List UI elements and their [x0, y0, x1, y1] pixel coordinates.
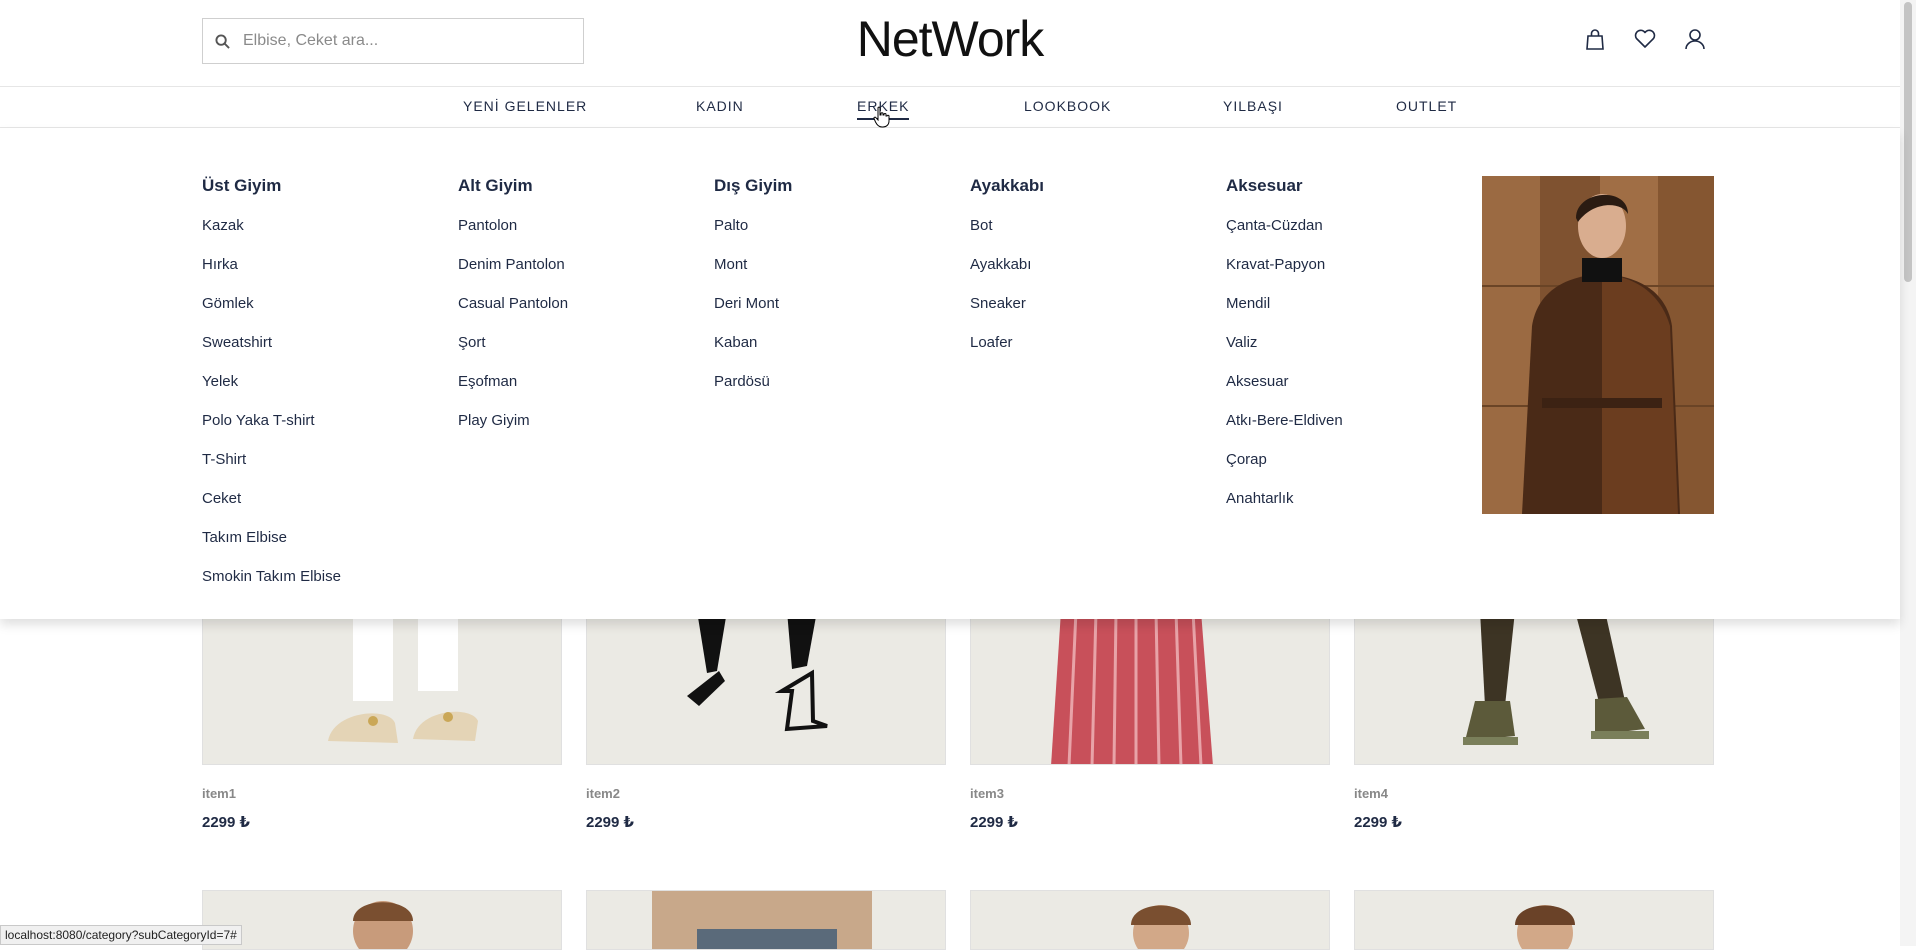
menu-link[interactable]: Anahtarlık	[1226, 489, 1343, 528]
product-price: 2299 ₺	[970, 814, 1018, 831]
menu-link[interactable]: Atkı-Bere-Eldiven	[1226, 411, 1343, 450]
menu-link[interactable]: Smokin Takım Elbise	[202, 567, 341, 606]
menu-link[interactable]: Kaban	[714, 333, 792, 372]
main-nav: YENİ GELENLER KADIN ERKEK LOOKBOOK YILBA…	[0, 87, 1900, 128]
menu-link[interactable]: Gömlek	[202, 294, 341, 333]
menu-link[interactable]: Denim Pantolon	[458, 255, 568, 294]
menu-link[interactable]: Sneaker	[970, 294, 1044, 333]
column-heading[interactable]: Ayakkabı	[970, 176, 1044, 200]
product-price: 2299 ₺	[1354, 814, 1402, 831]
menu-link[interactable]: Palto	[714, 216, 792, 255]
menu-link[interactable]: Valiz	[1226, 333, 1343, 372]
menu-link[interactable]: Mendil	[1226, 294, 1343, 333]
product-price: 2299 ₺	[586, 814, 634, 831]
menu-link[interactable]: Deri Mont	[714, 294, 792, 333]
menu-link[interactable]: Casual Pantolon	[458, 294, 568, 333]
promo-image[interactable]	[1482, 176, 1714, 514]
product-price: 2299 ₺	[202, 814, 250, 831]
nav-item-yilbasi[interactable]: YILBAŞI	[1223, 98, 1283, 114]
menu-column-ust-giyim: Üst Giyim Kazak Hırka Gömlek Sweatshirt …	[202, 176, 341, 606]
bag-icon[interactable]	[1582, 26, 1608, 52]
product-image[interactable]	[586, 610, 946, 765]
page-scrollbar[interactable]	[1900, 0, 1916, 946]
menu-link[interactable]: Yelek	[202, 372, 341, 411]
column-heading[interactable]: Aksesuar	[1226, 176, 1343, 200]
menu-link[interactable]: Çanta-Cüzdan	[1226, 216, 1343, 255]
menu-link[interactable]: Takım Elbise	[202, 528, 341, 567]
product-image[interactable]	[970, 890, 1330, 950]
column-heading[interactable]: Alt Giyim	[458, 176, 568, 200]
menu-column-alt-giyim: Alt Giyim Pantolon Denim Pantolon Casual…	[458, 176, 568, 450]
menu-link[interactable]: Pantolon	[458, 216, 568, 255]
site-header: NetWork	[0, 0, 1900, 87]
menu-link[interactable]: Kravat-Papyon	[1226, 255, 1343, 294]
product-image[interactable]	[202, 610, 562, 765]
menu-link[interactable]: Play Giyim	[458, 411, 568, 450]
menu-link[interactable]: Çorap	[1226, 450, 1343, 489]
menu-column-aksesuar: Aksesuar Çanta-Cüzdan Kravat-Papyon Mend…	[1226, 176, 1343, 528]
menu-link[interactable]: Eşofman	[458, 372, 568, 411]
product-name[interactable]: item1	[202, 786, 236, 801]
product-image[interactable]	[970, 610, 1330, 765]
scrollbar-thumb[interactable]	[1904, 2, 1912, 282]
product-image[interactable]	[202, 890, 562, 950]
column-heading[interactable]: Dış Giyim	[714, 176, 792, 200]
nav-item-kadin[interactable]: KADIN	[696, 98, 744, 114]
menu-link[interactable]: Aksesuar	[1226, 372, 1343, 411]
product-image[interactable]	[1354, 890, 1714, 950]
nav-item-lookbook[interactable]: LOOKBOOK	[1024, 98, 1111, 114]
product-name[interactable]: item3	[970, 786, 1004, 801]
menu-link[interactable]: Sweatshirt	[202, 333, 341, 372]
menu-link[interactable]: Pardösü	[714, 372, 792, 411]
menu-column-ayakkabi: Ayakkabı Bot Ayakkabı Sneaker Loafer	[970, 176, 1044, 372]
menu-link[interactable]: Mont	[714, 255, 792, 294]
nav-item-yeni-gelenler[interactable]: YENİ GELENLER	[463, 98, 587, 114]
menu-link[interactable]: T-Shirt	[202, 450, 341, 489]
nav-item-outlet[interactable]: OUTLET	[1396, 98, 1457, 114]
menu-link[interactable]: Ayakkabı	[970, 255, 1044, 294]
menu-link[interactable]: Loafer	[970, 333, 1044, 372]
heart-icon[interactable]	[1632, 26, 1658, 52]
hand-cursor-icon	[873, 106, 890, 128]
user-icon[interactable]	[1682, 26, 1708, 52]
product-image[interactable]	[1354, 610, 1714, 765]
header-actions	[1582, 26, 1708, 52]
product-name[interactable]: item4	[1354, 786, 1388, 801]
product-image[interactable]	[586, 890, 946, 950]
menu-link[interactable]: Şort	[458, 333, 568, 372]
menu-link[interactable]: Bot	[970, 216, 1044, 255]
menu-link[interactable]: Polo Yaka T-shirt	[202, 411, 341, 450]
link-status-bar: localhost:8080/category?subCategoryId=7#	[0, 925, 242, 945]
menu-link[interactable]: Hırka	[202, 255, 341, 294]
menu-column-dis-giyim: Dış Giyim Palto Mont Deri Mont Kaban Par…	[714, 176, 792, 411]
menu-link[interactable]: Ceket	[202, 489, 341, 528]
menu-link[interactable]: Kazak	[202, 216, 341, 255]
mega-menu: Üst Giyim Kazak Hırka Gömlek Sweatshirt …	[0, 128, 1900, 619]
column-heading[interactable]: Üst Giyim	[202, 176, 341, 200]
product-name[interactable]: item2	[586, 786, 620, 801]
